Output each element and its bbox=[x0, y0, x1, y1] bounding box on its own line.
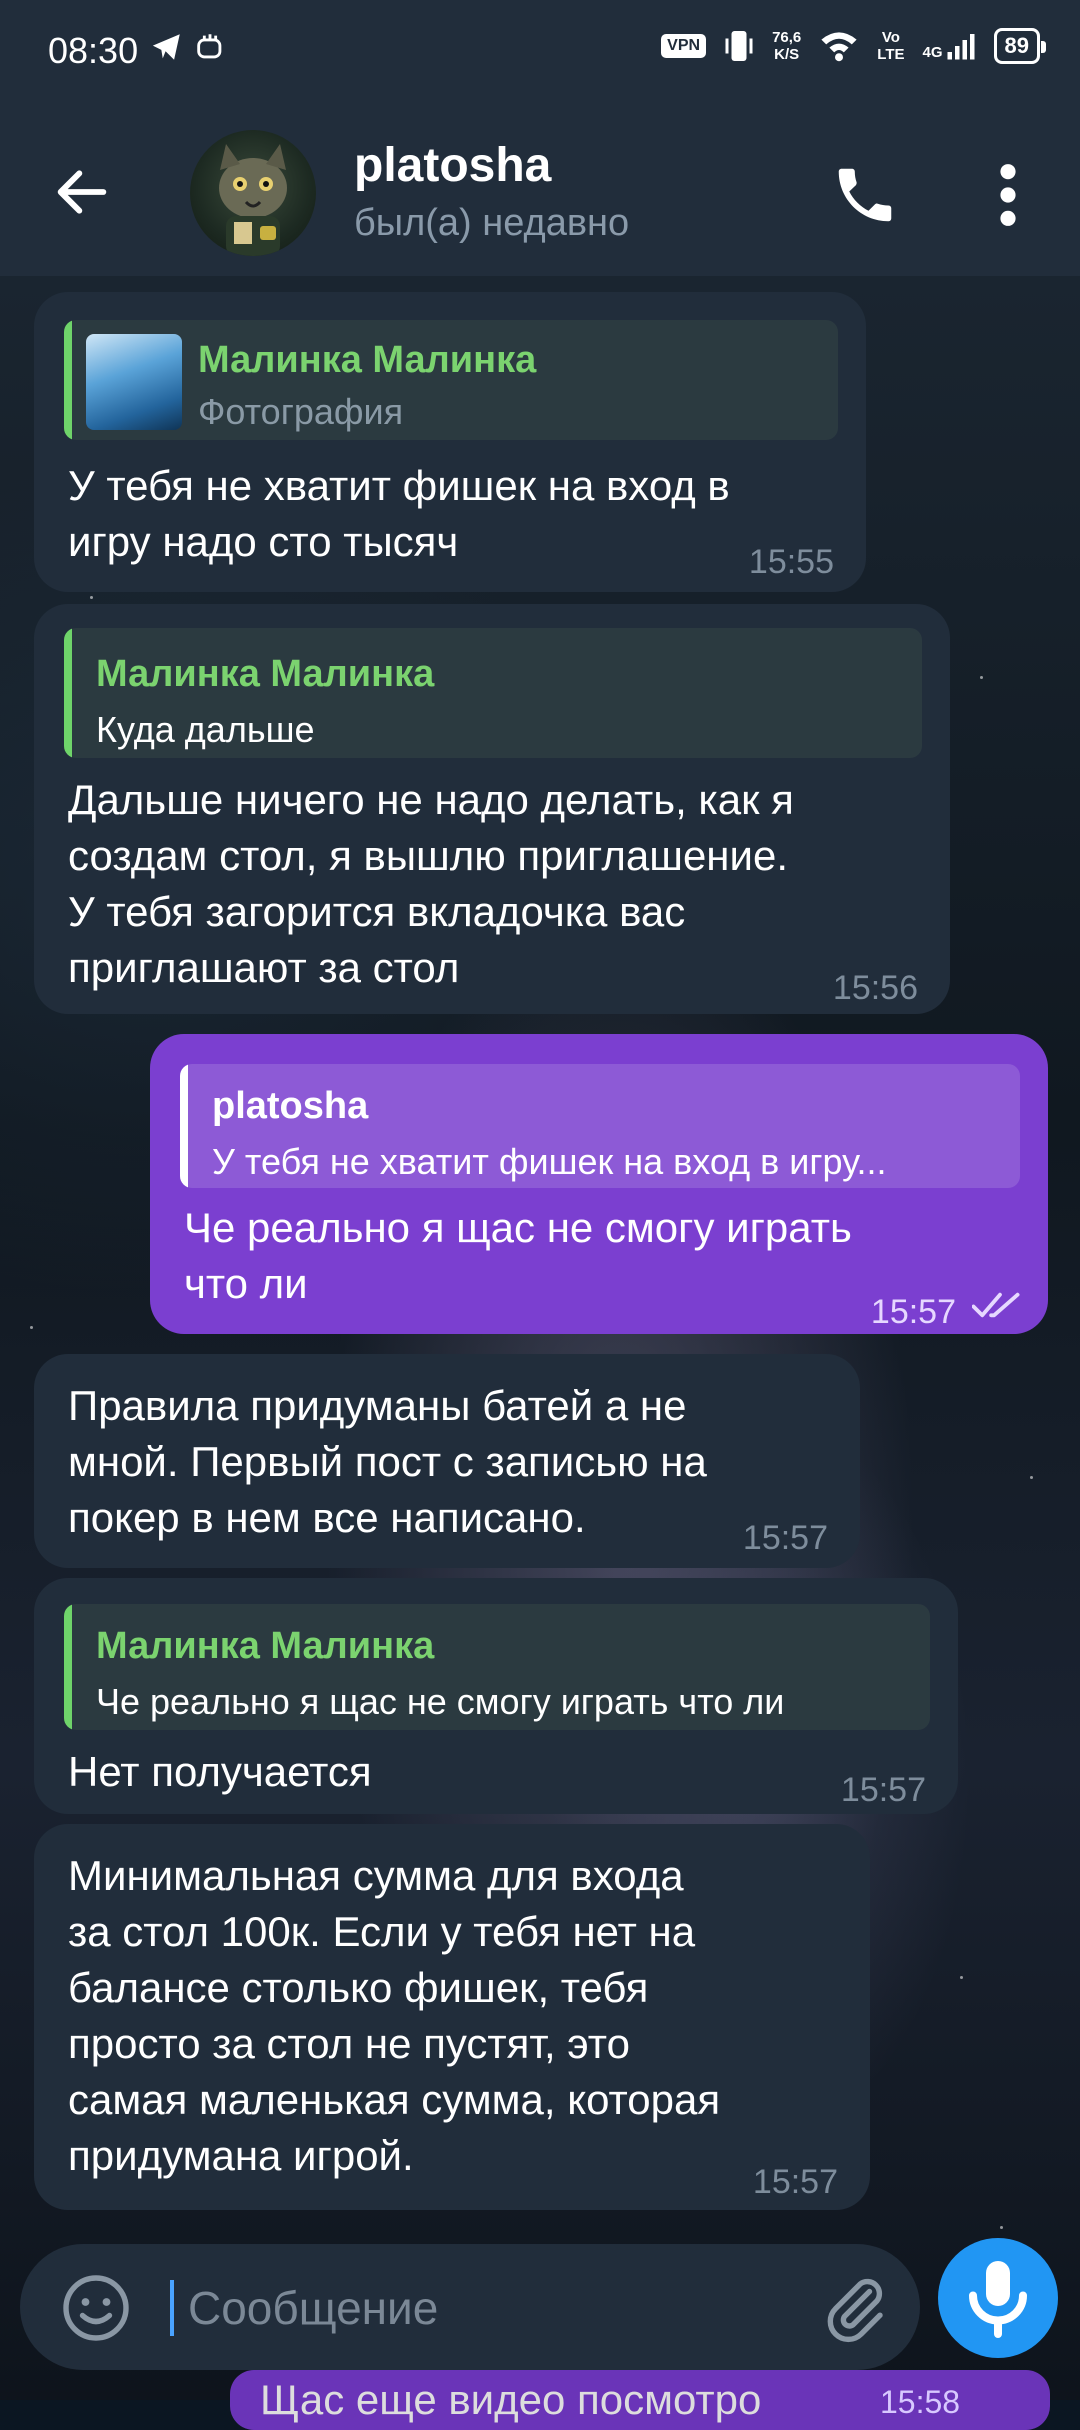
fist-icon bbox=[197, 34, 222, 59]
speed-value: 76,6 bbox=[772, 29, 802, 46]
reply-author: Малинка Малинка bbox=[96, 1625, 435, 1667]
message-bubble[interactable]: Малинка Малинка Че реально я щас не смог… bbox=[34, 1578, 958, 1814]
status-bar: 08:30 VPN 76,6 K/S Vo LTE 4G 89 bbox=[0, 0, 1080, 108]
contact-name[interactable]: platosha bbox=[354, 138, 551, 193]
reply-accent-bar bbox=[64, 1604, 72, 1730]
read-receipt-icon bbox=[972, 1292, 1020, 1318]
cat-avatar-icon bbox=[219, 144, 287, 256]
speed-unit: K/S bbox=[774, 46, 800, 63]
reply-text: У тебя не хватит фишек на вход в игру... bbox=[212, 1141, 887, 1182]
message-bubble-outgoing[interactable]: platosha У тебя не хватит фишек на вход … bbox=[150, 1034, 1048, 1334]
reply-accent-bar bbox=[180, 1064, 188, 1188]
network-type: 4G bbox=[922, 44, 943, 61]
message-text: Минимальная сумма для входа за стол 100к… bbox=[68, 1852, 721, 2179]
volte-indicator: Vo LTE bbox=[877, 29, 904, 63]
message-input[interactable] bbox=[186, 2274, 810, 2342]
message-time: 15:57 bbox=[870, 1293, 956, 1331]
reply-text: Фотография bbox=[198, 391, 404, 432]
photo-thumbnail bbox=[86, 334, 182, 430]
back-arrow-icon[interactable] bbox=[50, 160, 114, 224]
reply-preview[interactable]: Малинка Малинка Куда дальше bbox=[64, 628, 922, 758]
message-time: 15:56 bbox=[832, 969, 918, 1007]
vibrate-icon bbox=[725, 31, 753, 61]
message-time: 15:57 bbox=[840, 1771, 926, 1809]
wifi-icon bbox=[821, 32, 857, 62]
status-indicators: VPN 76,6 K/S Vo LTE 4G 89 bbox=[661, 28, 1047, 64]
network-speed: 76,6 K/S bbox=[772, 29, 801, 63]
reply-text: Куда дальше bbox=[96, 709, 315, 750]
partial-message-text: Щас еще видео посмотро bbox=[260, 2376, 762, 2423]
reply-author: Малинка Малинка bbox=[198, 339, 537, 381]
reply-text: Че реально я щас не смогу играть что ли bbox=[96, 1681, 785, 1722]
message-text: Дальше ничего не надо делать, как я созд… bbox=[68, 776, 794, 991]
message-bubble[interactable]: Малинка Малинка Фотография У тебя не хва… bbox=[34, 292, 866, 592]
paperclip-icon[interactable] bbox=[820, 2272, 892, 2344]
reply-accent-bar bbox=[64, 320, 72, 440]
message-text: Правила придуманы батей а не мной. Первы… bbox=[68, 1382, 707, 1541]
reply-author: Малинка Малинка bbox=[96, 653, 435, 695]
message-bubble[interactable]: Правила придуманы батей а не мной. Первы… bbox=[34, 1354, 860, 1568]
signal-indicator: 4G bbox=[923, 31, 976, 61]
microphone-icon bbox=[969, 2261, 1027, 2338]
status-time: 08:30 bbox=[48, 30, 139, 71]
reply-preview[interactable]: platosha У тебя не хватит фишек на вход … bbox=[180, 1064, 1020, 1188]
message-time: 15:57 bbox=[752, 2163, 838, 2201]
reply-preview[interactable]: Малинка Малинка Че реально я щас не смог… bbox=[64, 1604, 930, 1730]
battery-indicator: 89 bbox=[993, 28, 1047, 64]
text-cursor bbox=[170, 2280, 174, 2336]
partial-message-time: 15:58 bbox=[880, 2384, 961, 2420]
reply-author: platosha bbox=[212, 1085, 369, 1127]
message-time: 15:57 bbox=[742, 1519, 828, 1557]
message-bubble[interactable]: Малинка Малинка Куда дальше Дальше ничег… bbox=[34, 604, 950, 1014]
contact-status: был(а) недавно bbox=[354, 202, 630, 244]
voice-record-button[interactable] bbox=[938, 2238, 1058, 2358]
volte-bottom: LTE bbox=[877, 46, 905, 63]
telegram-icon bbox=[152, 34, 180, 60]
message-text: У тебя не хватит фишек на вход в игру на… bbox=[68, 462, 730, 565]
phone-icon[interactable] bbox=[830, 160, 900, 230]
reply-preview[interactable]: Малинка Малинка Фотография bbox=[64, 320, 838, 440]
message-text: Нет получается bbox=[68, 1748, 372, 1795]
notification-icons bbox=[150, 30, 227, 72]
signal-icon bbox=[947, 34, 975, 60]
message-composer bbox=[20, 2244, 920, 2370]
avatar[interactable] bbox=[190, 130, 316, 256]
chat-header: platosha был(а) недавно bbox=[0, 108, 1080, 276]
message-time: 15:55 bbox=[748, 543, 834, 581]
emoji-icon[interactable] bbox=[60, 2272, 132, 2344]
message-bubble[interactable]: Минимальная сумма для входа за стол 100к… bbox=[34, 1824, 870, 2210]
reply-accent-bar bbox=[64, 628, 72, 758]
volte-top: Vo bbox=[881, 29, 900, 46]
more-vert-icon[interactable] bbox=[980, 160, 1036, 230]
vpn-badge: VPN bbox=[661, 34, 707, 58]
